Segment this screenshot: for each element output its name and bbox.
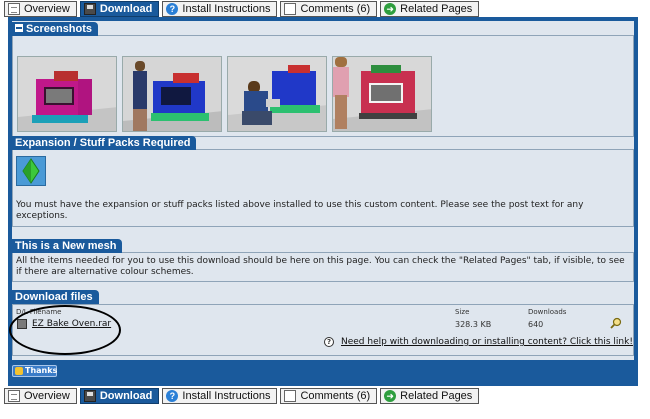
oven-pink-image [18, 57, 116, 131]
tab-install-instructions[interactable]: ? Install Instructions [162, 388, 278, 404]
tab-overview[interactable]: Overview [4, 388, 77, 404]
mesh-heading: This is a New mesh [12, 239, 123, 253]
screenshot-thumbnail-1[interactable] [17, 56, 117, 132]
screenshot-thumbnail-2[interactable] [122, 56, 222, 132]
oven-blue-sim-image [228, 57, 326, 131]
oven-blue-image [123, 57, 221, 131]
disk-icon [83, 3, 96, 15]
thanks-label: Thanks [25, 366, 58, 375]
tab-comments[interactable]: Comments (6) [280, 388, 378, 404]
expansion-title: Expansion / Stuff Packs Required [15, 137, 191, 149]
document-icon [8, 3, 20, 15]
tab-label: Overview [24, 390, 70, 402]
comment-icon [284, 3, 297, 15]
tab-overview[interactable]: Overview [4, 1, 77, 17]
download-files-title: Download files [15, 291, 93, 303]
mesh-panel: All the items needed for you to use this… [12, 252, 634, 282]
help-download-link[interactable]: Need help with downloading or installing… [341, 337, 633, 347]
help-icon: ? [166, 3, 179, 15]
mesh-title: This is a New mesh [15, 240, 117, 252]
mesh-description: All the items needed for you to use this… [16, 256, 625, 277]
help-icon: ? [166, 390, 179, 402]
oven-checkered-image [333, 57, 431, 131]
comment-icon [284, 390, 297, 402]
tab-label: Download [99, 3, 153, 15]
file-size: 328.3 KB [455, 320, 492, 329]
tab-comments[interactable]: Comments (6) [280, 1, 378, 17]
column-header-size: Size [455, 308, 470, 316]
expansion-notice: You must have the expansion or stuff pac… [16, 200, 584, 221]
document-icon [8, 390, 20, 402]
sims-plumbob-icon [16, 156, 46, 186]
arrow-icon: ➜ [384, 390, 397, 402]
highlight-oval [9, 305, 121, 355]
bottom-tab-bar: Overview Download ? Install Instructions … [0, 387, 650, 405]
tab-label: Related Pages [400, 3, 473, 15]
screenshot-thumbnail-3[interactable] [227, 56, 327, 132]
tab-download[interactable]: Download [79, 388, 160, 404]
tab-install-instructions[interactable]: ? Install Instructions [162, 1, 278, 17]
screenshots-heading[interactable]: Screenshots [12, 22, 99, 36]
tab-download[interactable]: Download [79, 1, 160, 17]
tab-label: Install Instructions [182, 3, 271, 15]
tab-label: Overview [24, 3, 70, 15]
screenshots-panel [12, 35, 634, 137]
arrow-icon: ➜ [384, 3, 397, 15]
thanks-bar: Thanks [8, 360, 638, 382]
expansion-heading: Expansion / Stuff Packs Required [12, 136, 197, 150]
download-files-heading: Download files [12, 290, 99, 304]
thanks-button[interactable]: Thanks [12, 365, 57, 377]
tab-label: Comments (6) [300, 390, 371, 402]
tab-label: Install Instructions [182, 390, 271, 402]
content-area: Screenshots You must have the expansion … [12, 21, 634, 360]
thumbs-up-icon [15, 367, 23, 375]
expansion-panel: You must have the expansion or stuff pac… [12, 149, 634, 227]
collapse-icon[interactable] [15, 24, 23, 32]
screenshots-title: Screenshots [26, 23, 93, 35]
screenshot-thumbnail-4[interactable] [332, 56, 432, 132]
tab-related-pages[interactable]: ➜ Related Pages [380, 1, 480, 17]
column-header-downloads: Downloads [528, 308, 567, 316]
download-count: 640 [528, 320, 544, 329]
tab-label: Download [99, 390, 153, 402]
disk-icon [83, 390, 96, 402]
tab-label: Comments (6) [300, 3, 371, 15]
tab-label: Related Pages [400, 390, 473, 402]
top-tab-bar: Overview Download ? Install Instructions … [0, 0, 650, 18]
help-circle-icon: ? [324, 337, 334, 347]
tab-related-pages[interactable]: ➜ Related Pages [380, 388, 480, 404]
magnifier-icon[interactable] [610, 317, 622, 332]
